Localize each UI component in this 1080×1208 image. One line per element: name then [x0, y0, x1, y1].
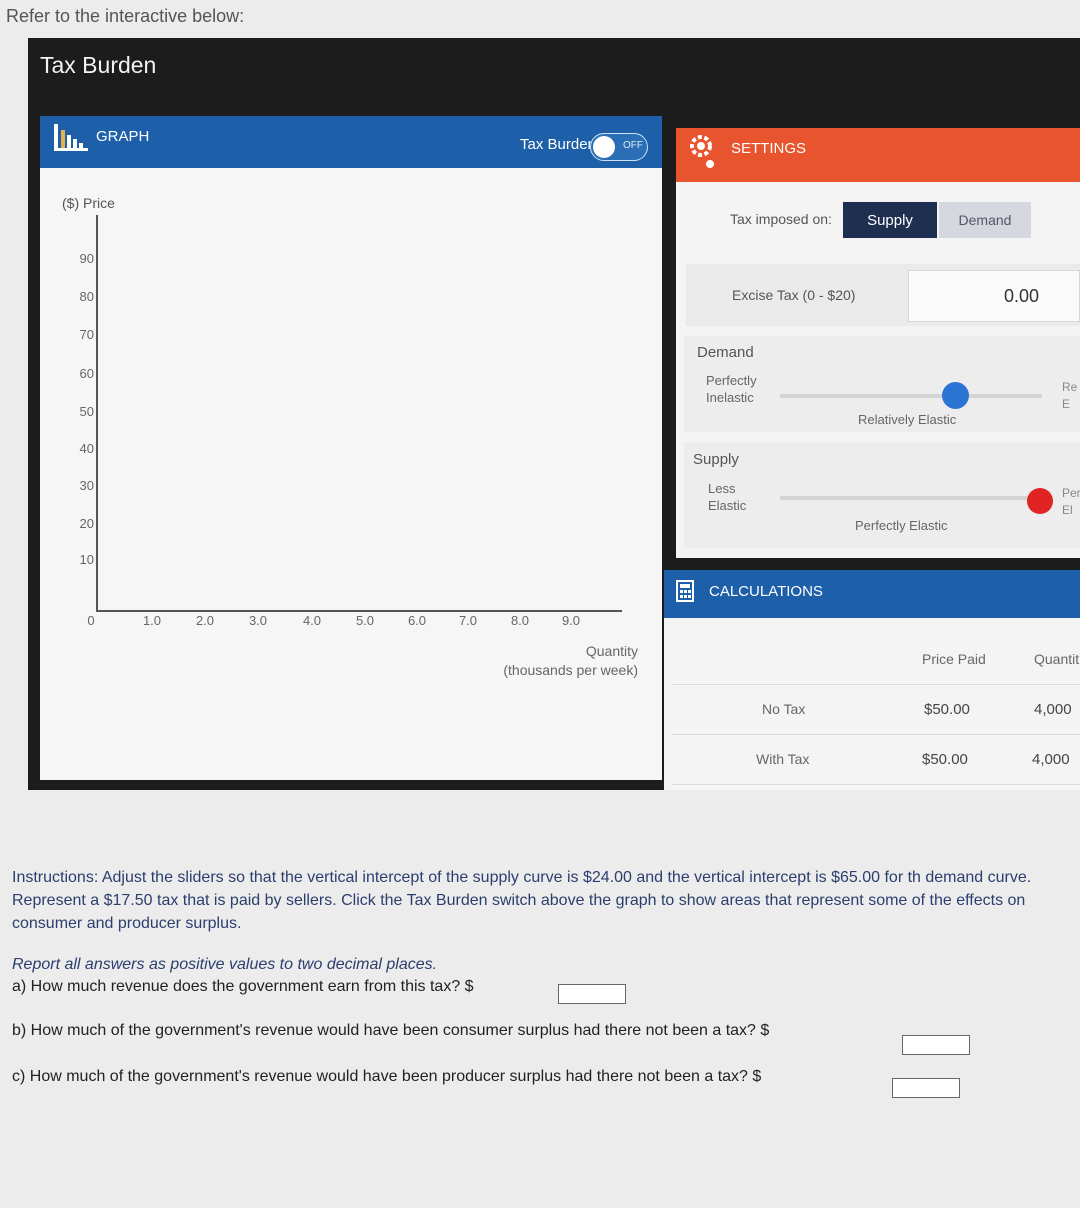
y-axis-label: ($) Price: [62, 195, 115, 211]
supply-button[interactable]: Supply: [843, 202, 937, 238]
answer-a-input[interactable]: [558, 984, 626, 1004]
question-b-text: b) How much of the government's revenue …: [12, 1022, 770, 1039]
supply-left-line1: Less: [708, 481, 736, 496]
row-price: $50.00: [922, 751, 968, 768]
row-label: No Tax: [762, 701, 806, 717]
answer-c-input[interactable]: [892, 1078, 960, 1098]
y-tick-label: 60: [79, 366, 94, 381]
x-tick-label: 8.0: [510, 613, 530, 628]
row-label: With Tax: [756, 751, 810, 767]
answer-b-input[interactable]: [902, 1035, 970, 1055]
question-c: c) How much of the government's revenue …: [12, 1068, 761, 1086]
demand-slider-track[interactable]: [780, 394, 1042, 398]
x-tick-label: 6.0: [407, 613, 427, 628]
tax-burden-toggle[interactable]: OFF: [590, 133, 648, 161]
supply-left-line2: Elastic: [708, 498, 747, 513]
demand-slider-left-label: Perfectly Inelastic: [706, 372, 757, 406]
y-tick-label: 50: [79, 404, 94, 419]
column-header-quantity: Quantit: [1034, 651, 1080, 667]
supply-slider-title: Supply: [693, 451, 739, 468]
demand-slider-right-label: Re E: [1062, 379, 1077, 413]
x-tick-label: 4.0: [302, 613, 322, 628]
x-tick-label: 5.0: [355, 613, 375, 628]
x-tick-label: 1.0: [142, 613, 162, 628]
intro-text: Refer to the interactive below:: [6, 6, 245, 26]
demand-slider-title: Demand: [697, 344, 754, 361]
column-header-price: Price Paid: [922, 651, 986, 667]
bar-chart-icon: [54, 122, 88, 152]
table-row: With Tax $50.00 4,000: [672, 736, 1080, 785]
supply-slider-right-label: Per El: [1062, 485, 1080, 519]
y-tick-label: 90: [79, 251, 94, 266]
x-axis-label: Quantity (thousands per week): [480, 642, 638, 680]
x-tick-label: 9.0: [561, 613, 581, 628]
toggle-state-label: OFF: [623, 140, 643, 151]
supply-slider-left-label: Less Elastic: [708, 480, 746, 514]
x-axis: [96, 610, 622, 612]
graph-header-label: GRAPH: [96, 128, 150, 145]
app-title: Tax Burden: [40, 52, 157, 78]
x-tick-label: 7.0: [458, 613, 478, 628]
settings-header-label: SETTINGS: [731, 140, 807, 157]
y-tick-label: 80: [79, 289, 94, 304]
excise-tax-input[interactable]: 0.00: [908, 270, 1080, 322]
supply-right-line1: Per: [1062, 486, 1080, 500]
x-tick-label: 0: [87, 613, 95, 628]
demand-button[interactable]: Demand: [939, 202, 1031, 238]
graph-panel: [40, 116, 662, 780]
demand-slider-mid-label: Relatively Elastic: [858, 412, 957, 427]
report-note: Report all answers as positive values to…: [12, 956, 438, 973]
x-axis-label-line1: Quantity: [585, 643, 638, 659]
excise-tax-label: Excise Tax (0 - $20): [732, 287, 856, 303]
demand-right-line1: Re: [1062, 380, 1078, 394]
calculations-header-label: CALCULATIONS: [709, 583, 823, 600]
supply-right-line2: El: [1062, 503, 1073, 517]
table-header-row: Price Paid Quantit: [672, 636, 1080, 685]
instructions-text: Instructions: Adjust the sliders so that…: [12, 869, 1032, 932]
supply-slider-mid-label: Perfectly Elastic: [855, 518, 948, 533]
tax-imposed-label: Tax imposed on:: [730, 211, 832, 227]
demand-slider-handle[interactable]: [942, 382, 969, 409]
row-quantity: 4,000: [1034, 701, 1072, 718]
row-price: $50.00: [924, 701, 970, 718]
x-tick-label: 2.0: [195, 613, 215, 628]
y-tick-label: 10: [79, 552, 94, 567]
tax-burden-label: Tax Burden: [520, 136, 596, 153]
question-a: a) How much revenue does the government …: [12, 978, 474, 996]
row-quantity: 4,000: [1032, 751, 1070, 768]
y-axis: [96, 215, 98, 611]
demand-right-line2: E: [1062, 397, 1071, 411]
question-a-text: a) How much revenue does the government …: [12, 978, 474, 995]
demand-left-line2: Inelastic: [706, 390, 754, 405]
supply-slider-track[interactable]: [780, 496, 1040, 500]
question-b: b) How much of the government's revenue …: [12, 1022, 769, 1040]
calculator-icon: [676, 580, 694, 602]
y-tick-label: 40: [79, 441, 94, 456]
x-axis-label-line2: (thousands per week): [503, 662, 638, 678]
toggle-knob: [593, 136, 615, 158]
y-tick-label: 70: [79, 327, 94, 342]
demand-left-line1: Perfectly: [706, 373, 757, 388]
x-tick-label: 3.0: [248, 613, 268, 628]
table-row: No Tax $50.00 4,000: [672, 686, 1080, 735]
y-tick-label: 20: [79, 516, 94, 531]
y-tick-label: 30: [79, 478, 94, 493]
gear-icon: [688, 134, 716, 170]
question-c-text: c) How much of the government's revenue …: [12, 1068, 762, 1085]
supply-slider-handle[interactable]: [1027, 488, 1053, 514]
